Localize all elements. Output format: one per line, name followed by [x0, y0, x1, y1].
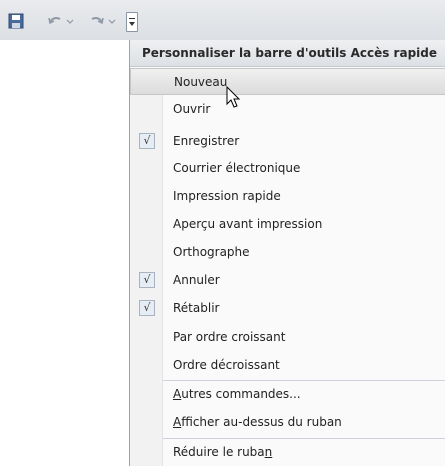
menu-item-label: Réduire le ruban: [173, 445, 273, 459]
check-icon: √: [139, 272, 155, 288]
mouse-cursor-icon: [226, 86, 241, 108]
menu-item-label: Par ordre croissant: [173, 330, 286, 344]
menu-item-label: Autres commandes...: [173, 387, 301, 401]
check-icon: √: [139, 300, 155, 316]
menu-item-courrier-electronique[interactable]: Courrier électronique: [130, 155, 445, 182]
save-icon: [8, 13, 24, 29]
menu-item-label: Impression rapide: [173, 189, 281, 203]
menu-item-label: Ordre décroissant: [173, 358, 280, 372]
menu-item-label: Afficher au-dessus du ruban: [173, 415, 342, 429]
undo-icon: [48, 17, 74, 25]
save-button[interactable]: [6, 11, 26, 31]
menu-item-par-ordre-croissant[interactable]: Par ordre croissant: [130, 324, 445, 351]
customize-quick-access-menu: Personnaliser la barre d'outils Accès ra…: [129, 40, 445, 466]
menu-item-label: Annuler: [173, 273, 220, 287]
quick-access-toolbar: [0, 0, 445, 40]
customize-quick-access-button[interactable]: [126, 12, 138, 32]
menu-item-label: Orthographe: [173, 245, 250, 259]
redo-icon: [91, 17, 116, 25]
menu-item-label: Enregistrer: [173, 134, 240, 148]
check-icon: √: [139, 133, 155, 149]
customize-dropdown-icon: [129, 18, 135, 26]
menu-item-enregistrer[interactable]: √ Enregistrer: [130, 128, 445, 155]
menu-item-label: Ouvrir: [173, 102, 211, 116]
menu-item-ordre-decroissant[interactable]: Ordre décroissant: [130, 352, 445, 379]
menu-item-ouvrir[interactable]: Ouvrir: [130, 96, 445, 123]
menu-item-label: Aperçu avant impression: [173, 217, 323, 231]
menu-item-apercu-avant-impression[interactable]: Aperçu avant impression: [130, 211, 445, 238]
menu-item-autres-commandes[interactable]: Autres commandes...: [130, 381, 445, 408]
redo-button[interactable]: [88, 11, 118, 31]
menu-item-nouveau[interactable]: Nouveau: [130, 68, 445, 95]
menu-item-label: Nouveau: [174, 75, 228, 89]
menu-item-retablir[interactable]: √ Rétablir: [130, 295, 445, 322]
menu-item-label: Courrier électronique: [173, 161, 301, 175]
menu-item-annuler[interactable]: √ Annuler: [130, 267, 445, 294]
menu-item-impression-rapide[interactable]: Impression rapide: [130, 183, 445, 210]
menu-item-reduire-le-ruban[interactable]: Réduire le ruban: [130, 439, 445, 466]
undo-button[interactable]: [46, 11, 76, 31]
menu-item-orthographe[interactable]: Orthographe: [130, 239, 445, 266]
menu-title: Personnaliser la barre d'outils Accès ra…: [130, 40, 445, 67]
menu-item-afficher-au-dessus-du-ruban[interactable]: Afficher au-dessus du ruban: [130, 409, 445, 436]
menu-item-label: Rétablir: [173, 301, 220, 315]
